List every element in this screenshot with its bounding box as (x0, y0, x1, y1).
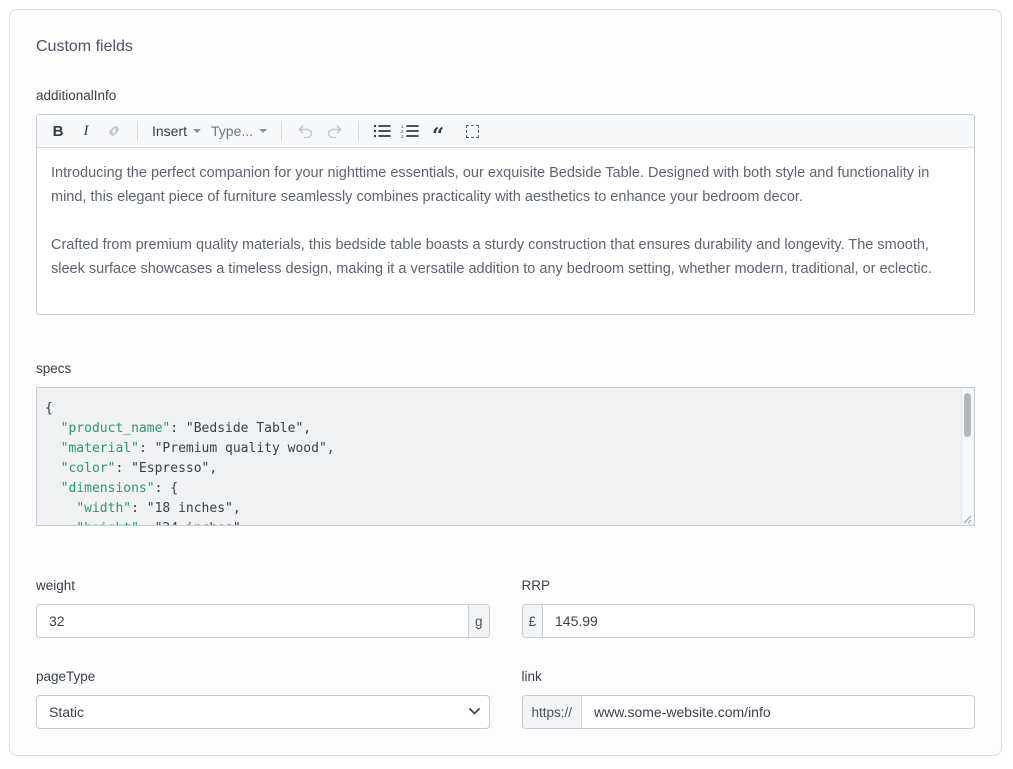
code-line: "color": "Espresso", (45, 459, 954, 479)
additionalinfo-label: additionalInfo (36, 88, 975, 103)
weight-input-group: g (36, 604, 490, 638)
specs-code: { "product_name": "Bedside Table", "mate… (37, 388, 974, 525)
bullet-list-icon (373, 124, 391, 138)
redo-arrow-icon (325, 123, 344, 139)
pagetype-field: pageType Static (36, 669, 490, 729)
svg-text:3: 3 (401, 134, 404, 138)
code-line: "material": "Premium quality wood", (45, 439, 954, 459)
numbered-list-icon: 1 2 3 (401, 124, 419, 138)
code-line: "dimensions": { (45, 479, 954, 499)
pagetype-label: pageType (36, 669, 490, 684)
editor-content[interactable]: Introducing the perfect companion for yo… (37, 148, 974, 314)
currency-addon: £ (523, 605, 544, 637)
protocol-addon: https:// (523, 696, 583, 728)
editor-paragraph: Introducing the perfect companion for yo… (51, 161, 960, 209)
scrollbar-track[interactable] (961, 389, 973, 524)
link-input-group: https:// (522, 695, 976, 729)
rrp-input[interactable] (543, 605, 974, 637)
weight-unit-addon: g (468, 605, 489, 637)
link-label: link (522, 669, 976, 684)
code-line: { (45, 399, 954, 419)
weight-label: weight (36, 578, 490, 593)
code-line: "height": "24 inches", (45, 519, 954, 525)
link-button[interactable] (101, 118, 127, 144)
chain-link-icon (106, 123, 122, 139)
resize-handle-icon[interactable] (961, 513, 972, 524)
rte-toolbar: B I Insert Type... (37, 115, 974, 148)
bullet-list-button[interactable] (369, 118, 395, 144)
insert-menu-label: Insert (152, 123, 187, 139)
insert-menu-button[interactable]: Insert (148, 118, 205, 144)
weight-input[interactable] (37, 605, 468, 637)
rrp-field: RRP £ (522, 578, 976, 638)
italic-button[interactable]: I (73, 118, 99, 144)
rrp-input-group: £ (522, 604, 976, 638)
link-field: link https:// (522, 669, 976, 729)
link-input[interactable] (582, 696, 974, 728)
scrollbar-thumb[interactable] (964, 393, 971, 437)
rrp-label: RRP (522, 578, 976, 593)
toolbar-divider (358, 121, 359, 141)
redo-button[interactable] (321, 118, 348, 144)
insert-box-button[interactable] (459, 118, 485, 144)
editor-paragraph: Crafted from premium quality materials, … (51, 233, 960, 281)
fields-grid: weight g RRP £ pageType Static (36, 578, 975, 729)
rich-text-editor: B I Insert Type... (36, 114, 975, 315)
code-line: "product_name": "Bedside Table", (45, 419, 954, 439)
pagetype-select[interactable]: Static (36, 695, 490, 729)
chevron-down-icon (193, 129, 201, 133)
card-title: Custom fields (36, 38, 975, 56)
type-menu-button[interactable]: Type... (207, 118, 271, 144)
double-quote-icon: “ (432, 131, 444, 141)
custom-fields-card: Custom fields additionalInfo B I Insert … (9, 9, 1002, 756)
weight-field: weight g (36, 578, 490, 638)
code-line: "width": "18 inches", (45, 499, 954, 519)
type-menu-label: Type... (211, 123, 253, 139)
undo-button[interactable] (292, 118, 319, 144)
specs-code-editor[interactable]: { "product_name": "Bedside Table", "mate… (36, 387, 975, 526)
specs-label: specs (36, 361, 975, 376)
pagetype-select-wrap: Static (36, 695, 490, 729)
toolbar-divider (137, 121, 138, 141)
bold-button[interactable]: B (45, 118, 71, 144)
toolbar-divider (281, 121, 282, 141)
dashed-square-icon (466, 125, 479, 138)
undo-arrow-icon (296, 123, 315, 139)
numbered-list-button[interactable]: 1 2 3 (397, 118, 423, 144)
chevron-down-icon (259, 129, 267, 133)
blockquote-button[interactable]: “ (425, 118, 451, 144)
